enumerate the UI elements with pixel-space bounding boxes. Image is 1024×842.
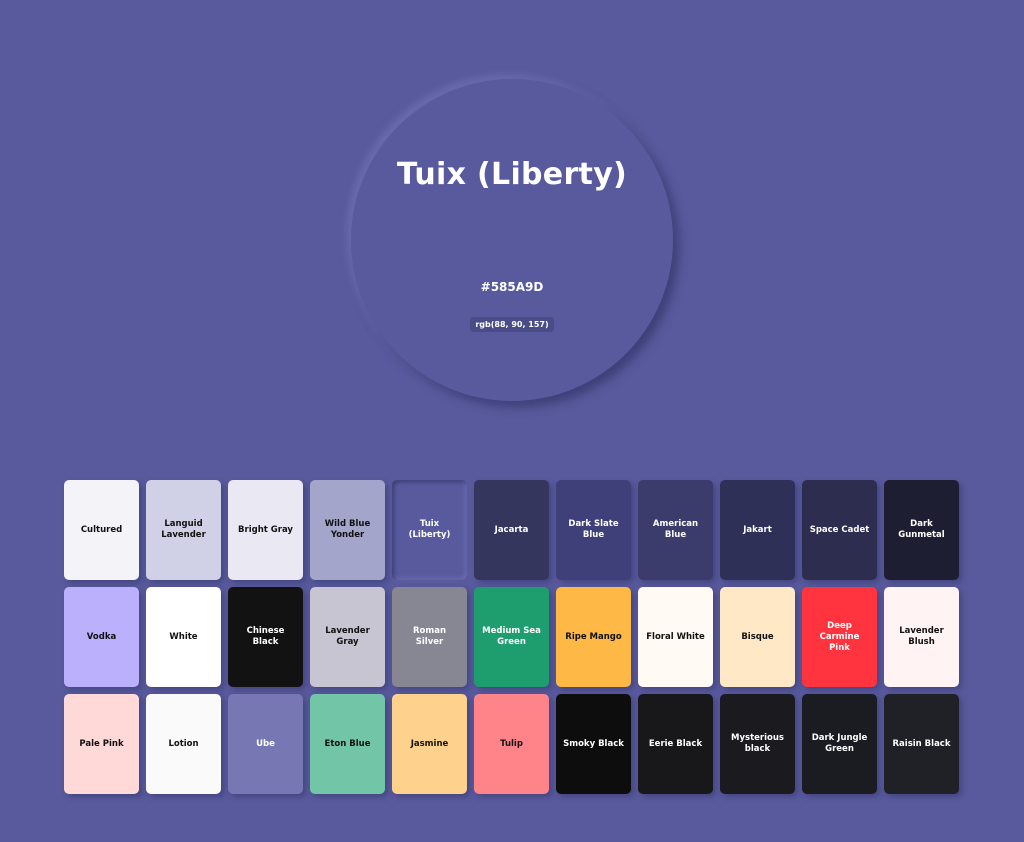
color-swatch[interactable]: Raisin Black — [884, 694, 959, 794]
color-swatch[interactable]: Pale Pink — [64, 694, 139, 794]
color-swatch[interactable]: Chinese Black — [228, 587, 303, 687]
color-swatch[interactable]: Floral White — [638, 587, 713, 687]
color-swatch[interactable]: Lavender Gray — [310, 587, 385, 687]
color-swatch[interactable]: Medium Sea Green — [474, 587, 549, 687]
color-swatch[interactable]: Jasmine — [392, 694, 467, 794]
color-swatch[interactable]: Lavender Blush — [884, 587, 959, 687]
color-swatch[interactable]: Dark Jungle Green — [802, 694, 877, 794]
color-swatch[interactable]: Mysterious black — [720, 694, 795, 794]
color-swatch[interactable]: Ube — [228, 694, 303, 794]
color-swatch[interactable]: Deep Carmine Pink — [802, 587, 877, 687]
color-swatch[interactable]: Tuix (Liberty) — [392, 480, 467, 580]
color-swatch[interactable]: Smoky Black — [556, 694, 631, 794]
color-swatch[interactable]: Cultured — [64, 480, 139, 580]
color-swatch[interactable]: White — [146, 587, 221, 687]
selected-color-name: Tuix (Liberty) — [396, 157, 628, 192]
color-swatch[interactable]: Wild Blue Yonder — [310, 480, 385, 580]
selected-color-circle: Tuix (Liberty) #585A9D rgb(88, 90, 157) — [351, 79, 673, 401]
color-swatch[interactable]: Ripe Mango — [556, 587, 631, 687]
page: Tuix (Liberty) #585A9D rgb(88, 90, 157) … — [0, 0, 1024, 842]
color-swatch[interactable]: Tulip — [474, 694, 549, 794]
color-swatch[interactable]: Eton Blue — [310, 694, 385, 794]
color-swatch[interactable]: Space Cadet — [802, 480, 877, 580]
color-swatch[interactable]: Languid Lavender — [146, 480, 221, 580]
color-swatch[interactable]: Eerie Black — [638, 694, 713, 794]
color-swatch[interactable]: Bright Gray — [228, 480, 303, 580]
selected-color-hex[interactable]: #585A9D — [351, 280, 673, 294]
color-swatch[interactable]: Vodka — [64, 587, 139, 687]
color-swatch[interactable]: American Blue — [638, 480, 713, 580]
color-swatch[interactable]: Bisque — [720, 587, 795, 687]
color-swatch[interactable]: Jacarta — [474, 480, 549, 580]
color-swatch[interactable]: Jakart — [720, 480, 795, 580]
selected-color-rgb-wrapper: rgb(88, 90, 157) — [351, 312, 673, 332]
color-swatch-grid: Cultured Languid Lavender Bright Gray Wild … — [64, 480, 959, 794]
color-swatch[interactable]: Dark Gunmetal — [884, 480, 959, 580]
color-swatch[interactable]: Roman Silver — [392, 587, 467, 687]
color-swatch[interactable]: Dark Slate Blue — [556, 480, 631, 580]
color-swatch[interactable]: Lotion — [146, 694, 221, 794]
selected-color-rgb[interactable]: rgb(88, 90, 157) — [470, 317, 554, 332]
